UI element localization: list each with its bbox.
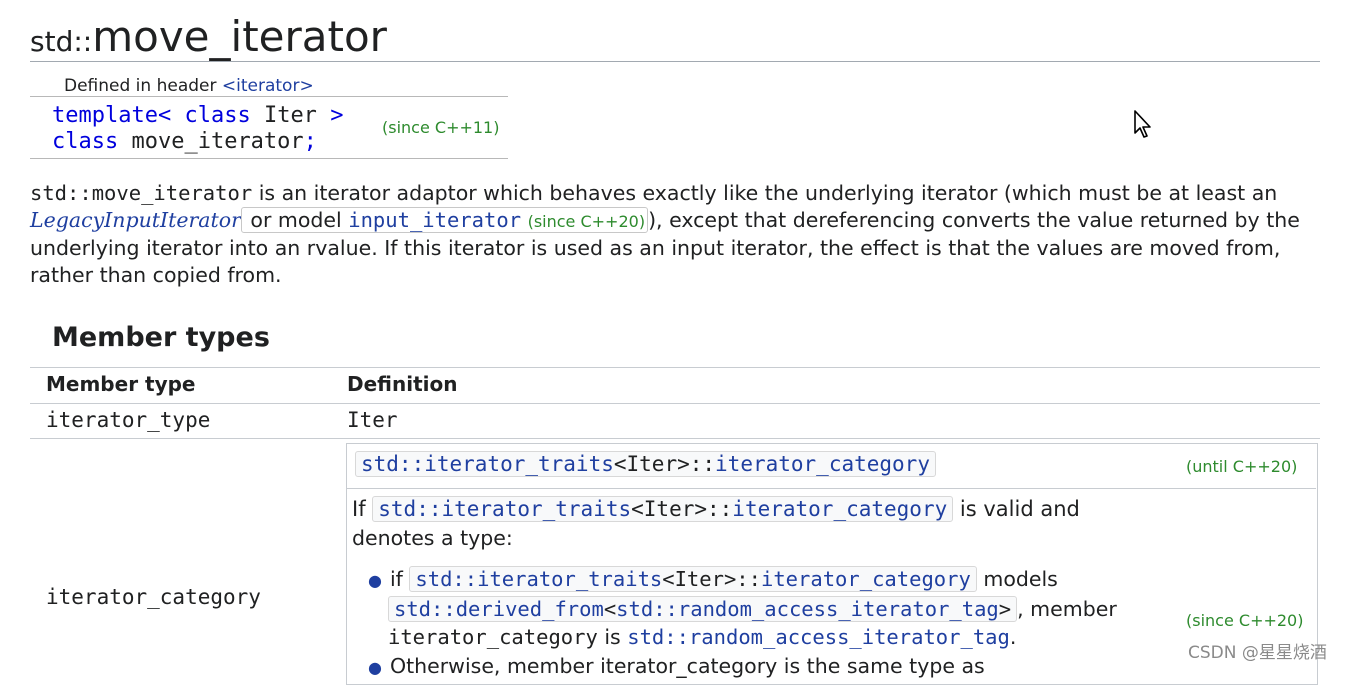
legacy-input-iterator-link[interactable]: LegacyInputIterator [30, 208, 241, 232]
angle-close: > [330, 103, 344, 128]
derived-close: > [998, 597, 1012, 621]
title-divider [30, 61, 1320, 62]
since-badge: (since C++11) [382, 118, 500, 137]
class-name: move_iterator [118, 129, 304, 154]
iterator-category-link-2[interactable]: iterator_category [732, 497, 947, 521]
period: . [1009, 625, 1017, 649]
semicolon: ; [303, 129, 317, 154]
page-title: std::move_iterator [30, 12, 387, 61]
derived-open: < [603, 597, 617, 621]
header-link[interactable]: <iterator> [222, 76, 314, 96]
since-cpp20-badge-2: (since C++20) [1186, 611, 1304, 630]
input-iterator-link[interactable]: input_iterator [348, 208, 521, 232]
angle-open: < [157, 103, 172, 128]
random-access-tag-link-1[interactable]: std::random_access_iterator_tag [616, 597, 999, 621]
code-chip-traits-3: std::iterator_traits<Iter>::iterator_cat… [409, 566, 977, 592]
table-row-iterator-type-name: iterator_type [46, 408, 211, 432]
para-text-1: is an iterator adaptor which behaves exa… [252, 181, 1278, 205]
models-text: models [976, 567, 1058, 591]
bullet-icon: ● [368, 571, 382, 590]
until-cpp20-badge: (until C++20) [1186, 457, 1298, 476]
since-cpp20-definition-line1: If std::iterator_traits<Iter>::iterator_… [352, 496, 1080, 522]
row-rule [30, 438, 1320, 439]
template-param: Iter [250, 103, 331, 128]
defined-in-header: Defined in header <iterator> [64, 76, 314, 96]
table-row-iterator-category-name: iterator_category [46, 585, 261, 609]
list-item-random-access: ● if std::iterator_traits<Iter>::iterator… [368, 565, 1168, 651]
since-cpp20-definition-line2: denotes a type: [352, 526, 513, 550]
traits-arg-2: <Iter>:: [631, 497, 733, 521]
description-paragraph: std::move_iterator is an iterator adapto… [30, 180, 1325, 288]
table-row-iterator-type-def: Iter [347, 408, 398, 432]
col-header-definition: Definition [347, 372, 458, 396]
iterator-traits-link-2[interactable]: std::iterator_traits [378, 497, 631, 521]
list-item-otherwise: ● Otherwise, member iterator_category is … [368, 654, 985, 678]
code-move-iterator: std::move_iterator [30, 181, 253, 205]
valid-text: is valid and [953, 497, 1080, 521]
title-name: move_iterator [92, 12, 387, 61]
kw-class[interactable]: class [184, 103, 250, 128]
iterator-category-link-3[interactable]: iterator_category [761, 567, 971, 591]
table-top-rule [30, 367, 1320, 368]
declaration-top-rule [30, 96, 508, 97]
code-chip-traits-2: std::iterator_traits<Iter>::iterator_cat… [372, 496, 954, 522]
requirement-box: or model input_iterator (since C++20) [240, 206, 649, 233]
mouse-cursor-icon [1134, 110, 1151, 138]
code-chip-derived-from: std::derived_from<std::random_access_ite… [388, 596, 1018, 622]
traits-arg-3: <Iter>:: [662, 567, 761, 591]
iterator-traits-link-3[interactable]: std::iterator_traits [415, 567, 662, 591]
code-chip-traits-1: std::iterator_traits<Iter>::iterator_cat… [355, 451, 936, 477]
bullet-if: if [389, 567, 410, 591]
kw-template[interactable]: template [52, 103, 158, 128]
until-cpp20-definition: std::iterator_traits<Iter>::iterator_cat… [355, 451, 936, 477]
random-access-tag-link-2[interactable]: std::random_access_iterator_tag [627, 625, 1010, 649]
kw-class-2[interactable]: class [52, 129, 118, 154]
version-divider [346, 488, 1316, 489]
header-rule [30, 403, 1320, 404]
if-text: If [352, 497, 373, 521]
traits-arg-1: <Iter>:: [613, 452, 716, 476]
title-namespace: std:: [30, 25, 93, 58]
iterator-category-link-1[interactable]: iterator_category [715, 452, 930, 476]
is-text: is [597, 625, 628, 649]
para-text-2: or model [243, 207, 349, 232]
watermark: CSDN @星星烧酒 [1188, 643, 1327, 663]
header-prefix: Defined in header [64, 76, 222, 96]
otherwise-text: Otherwise, member iterator_category is t… [389, 654, 985, 678]
since-cpp20-badge: (since C++20) [527, 211, 646, 231]
derived-from-link[interactable]: std::derived_from [394, 597, 604, 621]
col-header-member-type: Member type [46, 372, 196, 396]
member-text: , member [1017, 597, 1117, 621]
declaration-bottom-rule [30, 158, 508, 159]
member-iterator-category: iterator_category [388, 625, 598, 649]
declaration-code: template< class Iter > class move_iterat… [52, 103, 343, 155]
iterator-traits-link-1[interactable]: std::iterator_traits [361, 452, 614, 476]
section-heading: Member types [52, 322, 270, 353]
